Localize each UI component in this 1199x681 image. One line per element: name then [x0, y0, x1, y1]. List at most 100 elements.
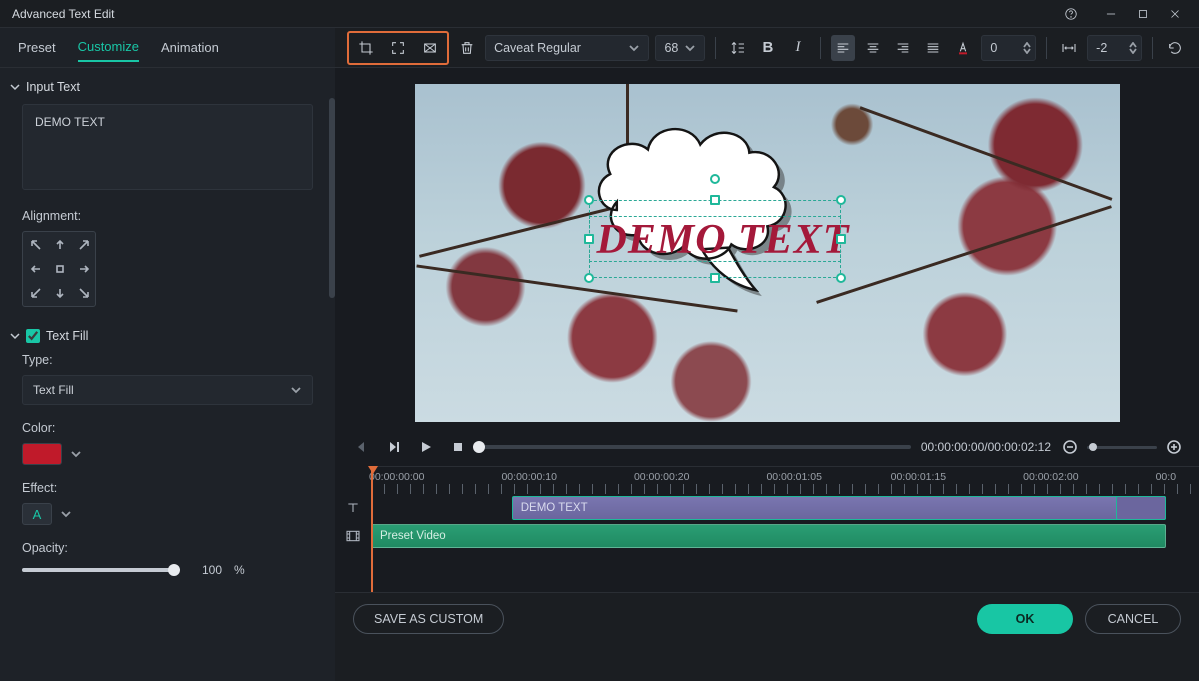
selection-inner[interactable]: [589, 216, 841, 262]
section-input-text-header[interactable]: Input Text: [0, 72, 335, 98]
handle-bottom-right[interactable]: [836, 273, 846, 283]
preview-canvas[interactable]: DEMO TEXT: [415, 84, 1120, 422]
effect-chevron-icon[interactable]: [60, 508, 72, 520]
ruler-label: 00:00:01:15: [891, 471, 946, 483]
window-title: Advanced Text Edit: [12, 7, 115, 21]
align-center-icon[interactable]: [861, 35, 885, 61]
left-tabs: Preset Customize Animation: [0, 28, 335, 68]
align-justify-icon[interactable]: [921, 35, 945, 61]
handle-top-center[interactable]: [710, 195, 720, 205]
play-icon[interactable]: [415, 436, 437, 458]
rotate-handle[interactable]: [710, 174, 720, 184]
text-clip-tail[interactable]: [1116, 496, 1166, 520]
playhead[interactable]: [371, 466, 373, 592]
align-bottom-left[interactable]: [25, 282, 47, 304]
transform-tools-highlight: [347, 31, 449, 65]
zoom-out-icon[interactable]: [1061, 438, 1079, 456]
help-icon[interactable]: [1055, 3, 1087, 25]
right-panel: Caveat Regular 68 B I 0 -: [335, 28, 1199, 681]
align-bottom-center[interactable]: [49, 282, 71, 304]
handle-bottom-left[interactable]: [584, 273, 594, 283]
align-top-left[interactable]: [25, 234, 47, 256]
ruler-label: 00:0: [1156, 471, 1176, 483]
tracking-value: -2: [1096, 41, 1107, 55]
handle-mid-left[interactable]: [584, 234, 594, 244]
preview-area: DEMO TEXT: [335, 68, 1199, 428]
section-input-text-label: Input Text: [26, 80, 80, 94]
section-text-fill-header[interactable]: Text Fill: [0, 321, 335, 347]
minimize-icon[interactable]: [1095, 3, 1127, 25]
type-label: Type:: [22, 353, 313, 367]
stop-icon[interactable]: [447, 436, 469, 458]
font-value: Caveat Regular: [494, 41, 581, 55]
effect-thumb[interactable]: A: [22, 503, 52, 525]
video-track: Preset Video: [335, 522, 1199, 550]
text-toolbar: Caveat Regular 68 B I 0 -: [335, 28, 1199, 68]
align-left-icon[interactable]: [831, 35, 855, 61]
refresh-icon[interactable]: [1163, 35, 1187, 61]
crop-text-icon[interactable]: [353, 35, 379, 61]
align-top-center[interactable]: [49, 234, 71, 256]
tab-animation[interactable]: Animation: [161, 34, 219, 61]
color-swatch[interactable]: [22, 443, 62, 465]
video-track-icon: [335, 528, 371, 544]
font-color-spin[interactable]: 0: [981, 35, 1036, 61]
cancel-button[interactable]: CANCEL: [1085, 604, 1181, 634]
type-select[interactable]: Text Fill: [22, 375, 313, 405]
font-size-select[interactable]: 68: [655, 35, 705, 61]
progress-slider[interactable]: [479, 445, 911, 449]
text-track: DEMO TEXT: [335, 494, 1199, 522]
fullscreen-icon[interactable]: [385, 35, 411, 61]
left-scrollbar[interactable]: [329, 98, 335, 298]
chevron-down-icon: [290, 384, 302, 396]
video-clip-label: Preset Video: [380, 530, 446, 542]
ok-button[interactable]: OK: [977, 604, 1073, 634]
ruler-label: 00:00:00:00: [369, 471, 424, 483]
font-color-value: 0: [990, 41, 997, 55]
align-right-icon[interactable]: [891, 35, 915, 61]
zoom-slider[interactable]: [1087, 446, 1157, 449]
text-track-icon: [335, 500, 371, 516]
tab-customize[interactable]: Customize: [78, 33, 139, 62]
maximize-icon[interactable]: [1127, 3, 1159, 25]
prev-frame-icon[interactable]: [351, 436, 373, 458]
letter-spacing-icon[interactable]: [1057, 35, 1081, 61]
handle-bottom-center[interactable]: [710, 273, 720, 283]
align-middle-center[interactable]: [49, 258, 71, 280]
text-clip[interactable]: DEMO TEXT: [512, 496, 1166, 520]
ruler-label: 00:00:01:05: [766, 471, 821, 483]
close-icon[interactable]: [1159, 3, 1191, 25]
step-forward-icon[interactable]: [383, 436, 405, 458]
video-clip[interactable]: Preset Video: [371, 524, 1166, 548]
align-middle-left[interactable]: [25, 258, 47, 280]
playback-bar: 00:00:00:00/00:00:02:12: [335, 428, 1199, 466]
ruler-label: 00:00:00:20: [634, 471, 689, 483]
fit-icon[interactable]: [417, 35, 443, 61]
align-top-right[interactable]: [73, 234, 95, 256]
chevron-down-icon: [684, 42, 696, 54]
font-color-icon[interactable]: [951, 35, 975, 61]
left-panel: Preset Customize Animation Input Text Al…: [0, 28, 335, 681]
zoom-in-icon[interactable]: [1165, 438, 1183, 456]
align-middle-right[interactable]: [73, 258, 95, 280]
opacity-slider[interactable]: [22, 568, 174, 572]
italic-button[interactable]: I: [786, 35, 810, 61]
tracking-spin[interactable]: -2: [1087, 35, 1142, 61]
align-bottom-right[interactable]: [73, 282, 95, 304]
opacity-value: 100: [186, 563, 222, 577]
handle-top-right[interactable]: [836, 195, 846, 205]
timecode: 00:00:00:00/00:00:02:12: [921, 440, 1051, 454]
timeline: 00:00:00:00 00:00:00:10 00:00:00:20 00:0…: [335, 466, 1199, 592]
font-select[interactable]: Caveat Regular: [485, 35, 649, 61]
save-as-custom-button[interactable]: SAVE AS CUSTOM: [353, 604, 504, 634]
color-chevron-icon[interactable]: [70, 448, 82, 460]
timeline-ruler[interactable]: 00:00:00:00 00:00:00:10 00:00:00:20 00:0…: [371, 466, 1199, 494]
handle-mid-right[interactable]: [836, 234, 846, 244]
delete-icon[interactable]: [455, 35, 479, 61]
text-fill-toggle[interactable]: [26, 329, 40, 343]
line-height-icon[interactable]: [726, 35, 750, 61]
tab-preset[interactable]: Preset: [18, 34, 56, 61]
handle-top-left[interactable]: [584, 195, 594, 205]
bold-button[interactable]: B: [756, 35, 780, 61]
input-text-field[interactable]: [22, 104, 313, 190]
